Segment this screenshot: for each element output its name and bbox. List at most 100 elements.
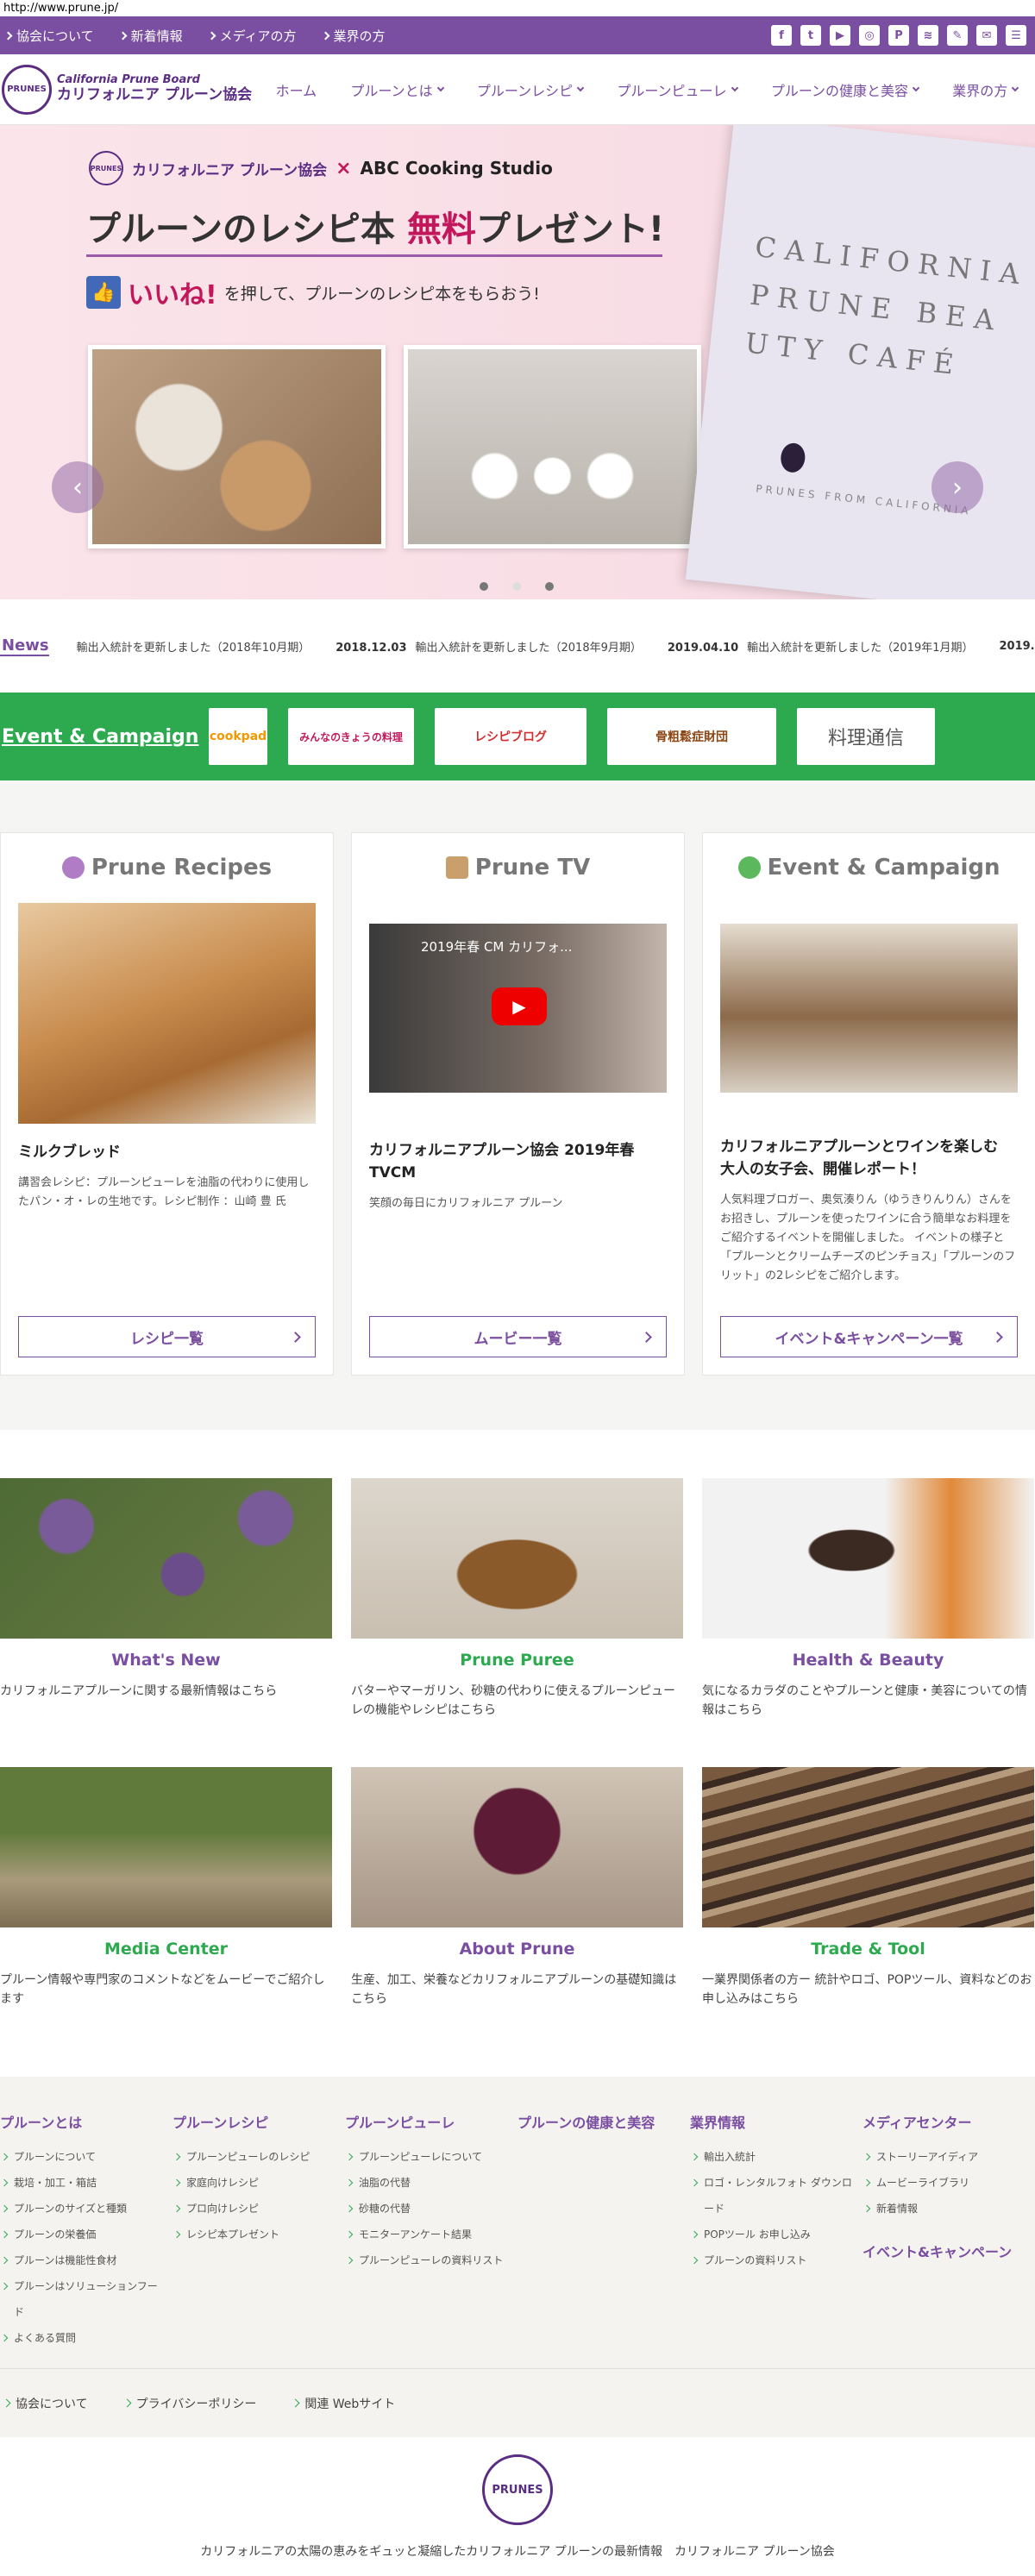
footer-link[interactable]: 砂糖の代替 <box>345 2196 509 2222</box>
wine-party-image[interactable] <box>720 924 1018 1093</box>
event-list-button[interactable]: イベント&キャンペーン一覧 <box>720 1316 1018 1357</box>
footer-link[interactable]: ロゴ・レンタルフォト ダウンロード <box>690 2170 854 2222</box>
tvcm-video-player[interactable]: 2019年春 CM カリフォ... ▶ <box>369 924 667 1093</box>
nav-recipes[interactable]: プルーンレシピ <box>477 79 585 100</box>
logo-en: California Prune Board <box>57 73 200 87</box>
hero-slider[interactable]: PRUNES カリフォルニア プルーン協会 × ABC Cooking Stud… <box>0 125 1035 599</box>
tile-trade-tool[interactable]: Trade & Tool 一業界関係者の方ー 統計やロゴ、POPツール、資料など… <box>702 1767 1034 2009</box>
footer-link[interactable]: ストーリーアイディア <box>862 2144 1026 2170</box>
footer-col-puree: プルーンピューレ プルーンピューレについて 油脂の代替 砂糖の代替 モニターアン… <box>345 2111 509 2273</box>
top-link-news[interactable]: 新着情報 <box>118 27 183 45</box>
top-link-media[interactable]: メディアの方 <box>207 27 297 45</box>
footer-link[interactable]: POPツール お申し込み <box>690 2222 854 2247</box>
menu-icon[interactable]: ☰ <box>1006 25 1026 46</box>
footer-heading[interactable]: メディアセンター <box>862 2111 1026 2132</box>
footer-col-media: メディアセンター ストーリーアイディア ムービーライブラリ 新着情報 イベント&… <box>862 2111 1026 2273</box>
footer-heading-event[interactable]: イベント&キャンペーン <box>862 2241 1026 2261</box>
slider-next-button[interactable]: › <box>932 461 983 513</box>
news-item[interactable]: 2019.03 <box>999 640 1035 653</box>
slider-dot-3[interactable] <box>545 582 554 591</box>
footer-link[interactable]: プルーンピューレについて <box>345 2144 509 2170</box>
footer-link[interactable]: プルーンの資料リスト <box>690 2247 854 2273</box>
footer-heading[interactable]: 業界情報 <box>690 2111 854 2132</box>
card-title[interactable]: カリフォルニアプルーンとワインを楽しむ 大人の女子会、開催レポート！ <box>720 1136 1018 1181</box>
footer-bar-link-related[interactable]: 関連 Webサイト <box>291 2395 395 2412</box>
tile-media-center[interactable]: Media Center プルーン情報や専門家のコメントなどをムービーでご紹介し… <box>0 1767 332 2009</box>
footer-heading[interactable]: プルーンピューレ <box>345 2111 509 2132</box>
recipe-icon <box>61 856 85 879</box>
recipe-list-button[interactable]: レシピ一覧 <box>18 1316 316 1357</box>
footer-link[interactable]: ムービーライブラリ <box>862 2170 1026 2196</box>
news-item[interactable]: 輸出入統計を更新しました（2018年10月期） <box>68 638 310 655</box>
mail-icon[interactable]: ✉ <box>976 25 997 46</box>
twitter-icon[interactable]: t <box>800 25 821 46</box>
event-campaign-label[interactable]: Event & Campaign <box>2 726 209 748</box>
footer-bar-link-privacy[interactable]: プライバシーポリシー <box>122 2395 257 2412</box>
rss-icon[interactable]: ≋ <box>918 25 938 46</box>
milk-bread-image[interactable] <box>18 903 316 1124</box>
footer-link[interactable]: モニターアンケート結果 <box>345 2222 509 2247</box>
footer-link[interactable]: 家庭向けレシピ <box>172 2170 336 2196</box>
footer-link[interactable]: 油脂の代替 <box>345 2170 509 2196</box>
partner-recipe-blog[interactable]: レシピブログ <box>435 708 586 765</box>
partner-cookpad[interactable]: cookpad <box>209 708 267 765</box>
nav-puree[interactable]: プルーンピューレ <box>617 79 738 100</box>
tile-health-beauty[interactable]: Health & Beauty 気になるカラダのことやプルーンと健康・美容につい… <box>702 1478 1034 1720</box>
card-title[interactable]: カリフォルニアプルーン協会 2019年春TVCM <box>369 1139 667 1184</box>
nav-home[interactable]: ホーム <box>276 79 317 100</box>
tile-title[interactable]: What's New <box>0 1651 332 1670</box>
url-bar[interactable]: http://www.prune.jp/ <box>0 0 1035 16</box>
partner-osteoporosis-foundation[interactable]: 骨粗鬆症財団 <box>607 708 776 765</box>
youtube-icon[interactable]: ▶ <box>830 25 850 46</box>
nav-industry[interactable]: 業界の方 <box>952 79 1019 100</box>
nav-about-prune[interactable]: プルーンとは <box>350 79 444 100</box>
site-header: PRUNES California Prune Board カリフォルニア プル… <box>0 54 1035 125</box>
pinterest-icon[interactable]: P <box>888 25 909 46</box>
partner-kyounoryouri[interactable]: みんなのきょうの料理 <box>288 708 414 765</box>
footer-link[interactable]: よくある質問 <box>0 2325 164 2351</box>
blog-pen-icon[interactable]: ✎ <box>947 25 968 46</box>
tile-title[interactable]: Media Center <box>0 1940 332 1959</box>
footer-link[interactable]: プルーンの栄養価 <box>0 2222 164 2247</box>
tile-title[interactable]: Prune Puree <box>351 1651 683 1670</box>
footer-link[interactable]: プルーンピューレのレシピ <box>172 2144 336 2170</box>
footer-link[interactable]: プルーンはソリューションフード <box>0 2273 164 2325</box>
top-link-industry[interactable]: 業界の方 <box>321 27 386 45</box>
partner-ryouri-tsushin[interactable]: 料理通信 <box>797 708 935 765</box>
footer-link[interactable]: プロ向けレシピ <box>172 2196 336 2222</box>
top-link-about[interactable]: 協会について <box>3 27 94 45</box>
footer-heading[interactable]: プルーンとは <box>0 2111 164 2132</box>
footer-link[interactable]: レシピ本プレゼント <box>172 2222 336 2247</box>
card-title[interactable]: ミルクブレッド <box>18 1141 316 1163</box>
footer-link[interactable]: 輸出入統計 <box>690 2144 854 2170</box>
slider-prev-button[interactable]: ‹ <box>52 461 104 513</box>
footer-heading[interactable]: プルーンレシピ <box>172 2111 336 2132</box>
footer-link[interactable]: 新着情報 <box>862 2196 1026 2222</box>
news-label[interactable]: News <box>0 636 49 656</box>
tile-title[interactable]: Health & Beauty <box>702 1651 1034 1670</box>
play-icon[interactable]: ▶ <box>492 987 547 1025</box>
instagram-icon[interactable]: ◎ <box>859 25 880 46</box>
footer-heading[interactable]: プルーンの健康と美容 <box>518 2111 681 2132</box>
news-item[interactable]: 2018.12.03 輸出入統計を更新しました（2018年9月期） <box>336 638 642 655</box>
site-logo[interactable]: PRUNES California Prune Board カリフォルニア プル… <box>0 64 259 115</box>
slider-dot-1[interactable] <box>480 582 488 591</box>
nav-health[interactable]: プルーンの健康と美容 <box>771 79 920 100</box>
footer-link[interactable]: プルーンについて <box>0 2144 164 2170</box>
movie-list-button[interactable]: ムービー一覧 <box>369 1316 667 1357</box>
facebook-icon[interactable]: f <box>771 25 792 46</box>
footer-link[interactable]: プルーンは機能性食材 <box>0 2247 164 2273</box>
footer-logo[interactable]: PRUNES <box>482 2454 553 2525</box>
tile-about-prune[interactable]: About Prune 生産、加工、栄養などカリフォルニアプルーンの基礎知識はこ… <box>351 1767 683 2009</box>
tile-prune-puree[interactable]: Prune Puree バターやマーガリン、砂糖の代わりに使えるプルーンピューレ… <box>351 1478 683 1720</box>
footer-link[interactable]: 栽培・加工・箱詰 <box>0 2170 164 2196</box>
tile-title[interactable]: About Prune <box>351 1940 683 1959</box>
footer-bar-link-about[interactable]: 協会について <box>2 2395 88 2412</box>
news-item[interactable]: 2019.04.10 輸出入統計を更新しました（2019年1月期） <box>668 638 974 655</box>
tile-title[interactable]: Trade & Tool <box>702 1940 1034 1959</box>
tile-whats-new[interactable]: What's New カリフォルニアプルーンに関する最新情報はこちら <box>0 1478 332 1701</box>
footer-link[interactable]: プルーンのサイズと種類 <box>0 2196 164 2222</box>
slider-dot-2[interactable] <box>512 582 521 591</box>
footer-link[interactable]: プルーンピューレの資料リスト <box>345 2247 509 2273</box>
tile-desc: 気になるカラダのことやプルーンと健康・美容についての情報はこちら <box>702 1684 1027 1717</box>
